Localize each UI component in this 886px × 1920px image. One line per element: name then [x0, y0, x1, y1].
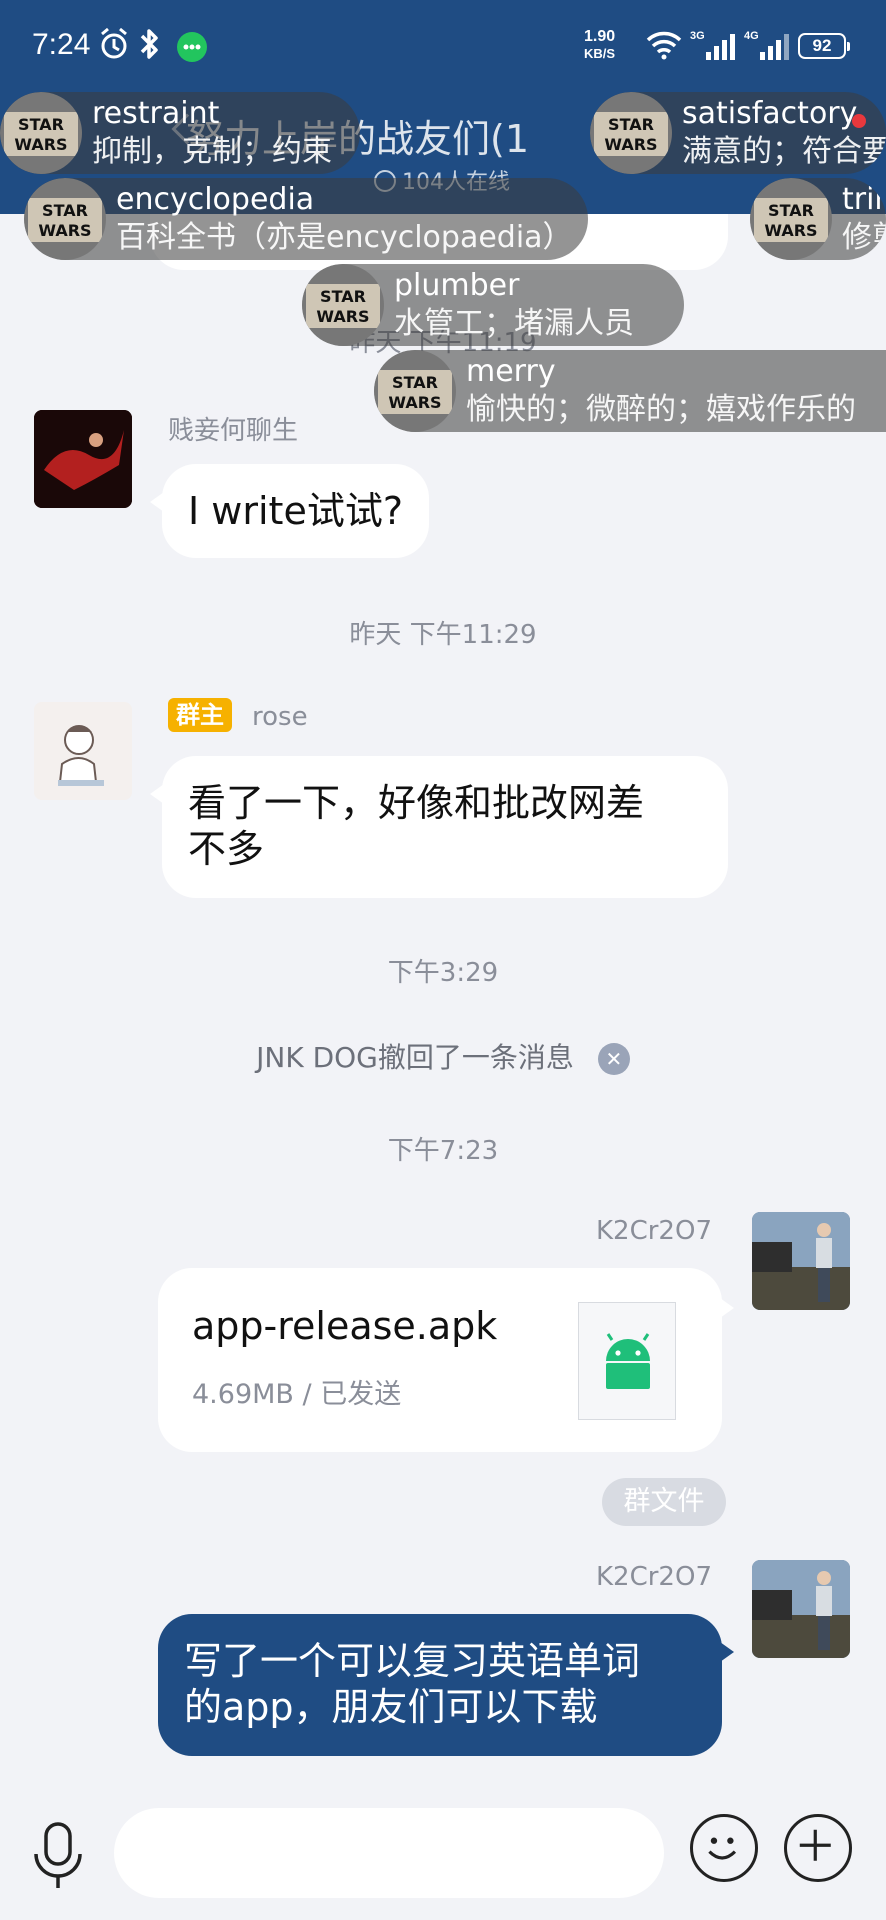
recall-notice: JNK DOG撤回了一条消息 ✕	[0, 1036, 886, 1076]
pill-meaning: 修剪	[842, 220, 886, 255]
file-message-card[interactable]: app-release.apk 4.69MB / 已发送	[158, 1268, 734, 1452]
group-owner-badge: 群主	[168, 698, 232, 732]
file-type-box	[578, 1302, 676, 1420]
sender-name: K2Cr2O7	[596, 1216, 712, 1246]
svg-text:WARS: WARS	[316, 307, 369, 326]
timestamp: 昨天 下午11:29	[349, 620, 537, 650]
svg-text:STAR: STAR	[768, 201, 814, 220]
pill-meaning: 百科全书（亦是encyclopaedia）	[116, 220, 573, 255]
network-type-2: 4G	[744, 30, 759, 42]
message-line: 看了一下，好像和批改网差	[188, 781, 645, 825]
avatar[interactable]	[752, 1560, 850, 1658]
pill-meaning: 抑制，克制；约束	[92, 134, 332, 169]
pill-avatar: STAR WARS	[750, 178, 832, 260]
signal-icon	[706, 34, 735, 60]
vocab-pill[interactable]: STAR WARS merry 愉快的；微醉的；嬉戏作乐的	[374, 350, 886, 432]
net-speed: 1.90 KB/S	[584, 28, 615, 62]
svg-text:WARS: WARS	[764, 221, 817, 240]
message-bubble-self[interactable]: 写了一个可以复习英语单词 的app，朋友们可以下载	[158, 1614, 734, 1756]
recall-text: JNK DOG撤回了一条消息	[256, 1041, 574, 1074]
avatar[interactable]	[34, 702, 132, 800]
input-bar	[0, 1796, 886, 1920]
svg-text:WARS: WARS	[38, 221, 91, 240]
file-meta: 4.69MB / 已发送	[192, 1379, 402, 1410]
file-name: app-release.apk	[192, 1304, 498, 1348]
battery-indicator: 92	[798, 33, 850, 59]
pill-avatar: STAR WARS	[302, 264, 384, 346]
pill-word: merry	[466, 354, 556, 389]
pill-word: satisfactory	[682, 96, 858, 131]
pill-word: restraint	[92, 96, 220, 131]
svg-text:STAR: STAR	[608, 115, 654, 134]
message-line: 的app，朋友们可以下载	[184, 1685, 598, 1729]
vocab-pill[interactable]: STAR WARS plumber 水管工；堵漏人员	[302, 264, 684, 346]
pill-word: encyclopedia	[116, 182, 315, 217]
svg-text:STAR: STAR	[320, 287, 366, 306]
avatar[interactable]	[34, 410, 132, 508]
vocab-pill[interactable]: STARWARS trim 修剪	[750, 178, 886, 260]
status-bar: 7:24 1.90 KB/S 3G 4G 92	[0, 0, 886, 92]
timestamp: 下午3:29	[387, 958, 499, 988]
sender-name: K2Cr2O7	[596, 1562, 712, 1592]
message-bubble[interactable]: 看了一下，好像和批改网差 不多	[150, 756, 728, 898]
message-line: 写了一个可以复习英语单词	[184, 1639, 641, 1683]
wifi-icon	[646, 31, 682, 60]
more-button[interactable]	[784, 1814, 852, 1882]
svg-text:STAR: STAR	[42, 201, 88, 220]
sender-name: 贱妾何聊生	[168, 416, 299, 446]
emoji-icon	[708, 1837, 737, 1860]
pill-meaning: 满意的；符合要	[682, 134, 886, 169]
message-bubble[interactable]: I write试试?	[150, 464, 429, 558]
svg-text:STAR: STAR	[18, 115, 64, 134]
plus-icon	[799, 1829, 831, 1861]
microphone-icon[interactable]	[28, 1820, 88, 1892]
pill-meaning: 愉快的；微醉的；嬉戏作乐的	[466, 392, 856, 427]
vocab-pill[interactable]: STAR WARS satisfactory 满意的；符合要	[590, 92, 886, 174]
android-icon	[606, 1333, 650, 1389]
message-input[interactable]	[114, 1808, 664, 1898]
chat-app-icon	[177, 32, 207, 62]
net-speed-value: 1.90	[584, 28, 616, 45]
pill-avatar: STAR WARS	[0, 92, 82, 174]
pill-word: trim	[842, 182, 886, 217]
alarm-icon	[101, 27, 127, 59]
vocab-pill[interactable]: STAR WARS encyclopedia 百科全书（亦是encyclopaed…	[24, 178, 588, 260]
avatar[interactable]	[752, 1212, 850, 1310]
close-icon[interactable]: ✕	[597, 1043, 630, 1075]
bluetooth-icon	[140, 29, 158, 59]
pill-word: plumber	[394, 268, 520, 303]
status-time: 7:24	[32, 28, 91, 61]
pill-avatar: STAR WARS	[24, 178, 106, 260]
vocab-pill[interactable]: STAR WARS restraint 抑制，克制；约束	[0, 92, 360, 174]
pill-avatar: STAR WARS	[590, 92, 672, 174]
pill-avatar: STAR WARS	[374, 350, 456, 432]
message-line: 不多	[188, 827, 265, 871]
group-file-button[interactable]: 群文件	[602, 1478, 726, 1526]
timestamp: 下午7:23	[387, 1136, 499, 1166]
svg-text:WARS: WARS	[388, 393, 441, 412]
network-type-1: 3G	[690, 30, 705, 42]
signal-icon-2	[760, 34, 789, 60]
sender-name: rose	[252, 702, 308, 732]
pill-meaning: 水管工；堵漏人员	[394, 306, 634, 341]
svg-text:STAR: STAR	[392, 373, 438, 392]
emoji-button[interactable]	[690, 1814, 758, 1882]
unread-dot	[852, 114, 866, 128]
svg-text:WARS: WARS	[604, 135, 657, 154]
net-speed-unit: KB/S	[584, 46, 616, 61]
chat-screen: 7:24 1.90 KB/S 3G 4G 92 贱妾何聊生 I write试试?…	[0, 0, 886, 1920]
svg-text:WARS: WARS	[14, 135, 67, 154]
